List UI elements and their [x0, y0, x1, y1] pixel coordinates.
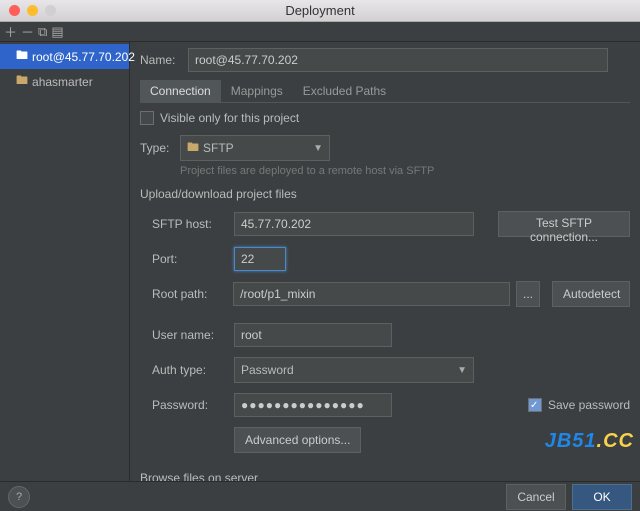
toolbar: ＋ － ⧉ ▤: [0, 22, 640, 42]
sftp-host-input[interactable]: [234, 212, 474, 236]
content: Name: Connection Mappings Excluded Paths…: [130, 42, 640, 481]
copy-button[interactable]: ⧉: [38, 24, 47, 40]
port-label: Port:: [152, 252, 228, 266]
window-title: Deployment: [0, 3, 640, 18]
paste-button[interactable]: ▤: [51, 24, 63, 40]
type-dropdown[interactable]: SFTP ▼: [180, 135, 330, 161]
remove-button[interactable]: －: [21, 22, 34, 41]
visible-only-checkbox[interactable]: [140, 111, 154, 125]
advanced-options-button[interactable]: Advanced options...: [234, 427, 361, 453]
titlebar: Deployment: [0, 0, 640, 22]
sidebar: root@45.77.70.202 ahasmarter: [0, 42, 130, 481]
add-button[interactable]: ＋: [4, 22, 17, 41]
browse-section-title: Browse files on server: [140, 471, 630, 481]
help-button[interactable]: ?: [8, 486, 30, 508]
root-path-label: Root path:: [152, 287, 227, 301]
sidebar-item-label: root@45.77.70.202: [32, 50, 135, 64]
tab-connection[interactable]: Connection: [140, 80, 221, 102]
password-input[interactable]: [234, 393, 392, 417]
autodetect-button[interactable]: Autodetect: [552, 281, 630, 307]
folder-icon: [187, 138, 199, 159]
chevron-down-icon: ▼: [313, 143, 323, 154]
sidebar-item-root[interactable]: root@45.77.70.202: [0, 44, 129, 69]
tab-excluded-paths[interactable]: Excluded Paths: [293, 80, 396, 102]
chevron-down-icon: ▼: [457, 365, 467, 376]
password-label: Password:: [152, 398, 228, 412]
sidebar-item-label: ahasmarter: [32, 75, 93, 89]
root-path-input[interactable]: [233, 282, 510, 306]
footer: ? Cancel OK: [0, 481, 640, 511]
tab-mappings[interactable]: Mappings: [221, 80, 293, 102]
browse-root-path-button[interactable]: ...: [516, 281, 540, 307]
ok-button[interactable]: OK: [572, 484, 632, 510]
upload-section-title: Upload/download project files: [140, 187, 630, 201]
sftp-host-label: SFTP host:: [152, 217, 228, 231]
name-label: Name:: [140, 53, 188, 67]
auth-type-label: Auth type:: [152, 363, 228, 377]
server-icon: [16, 71, 28, 92]
username-label: User name:: [152, 328, 228, 342]
save-password-checkbox[interactable]: [528, 398, 542, 412]
name-input[interactable]: [188, 48, 608, 72]
username-input[interactable]: [234, 323, 392, 347]
watermark: JB51.CC: [545, 430, 634, 453]
test-connection-button[interactable]: Test SFTP connection...: [498, 211, 630, 237]
type-label: Type:: [140, 141, 180, 155]
sidebar-item-ahasmarter[interactable]: ahasmarter: [0, 69, 129, 94]
save-password-label: Save password: [548, 398, 630, 412]
visible-only-label: Visible only for this project: [160, 111, 299, 125]
type-hint: Project files are deployed to a remote h…: [180, 165, 630, 177]
cancel-button[interactable]: Cancel: [506, 484, 566, 510]
tabs: Connection Mappings Excluded Paths: [140, 80, 630, 103]
auth-type-dropdown[interactable]: Password ▼: [234, 357, 474, 383]
server-icon: [16, 46, 28, 67]
port-input[interactable]: [234, 247, 286, 271]
